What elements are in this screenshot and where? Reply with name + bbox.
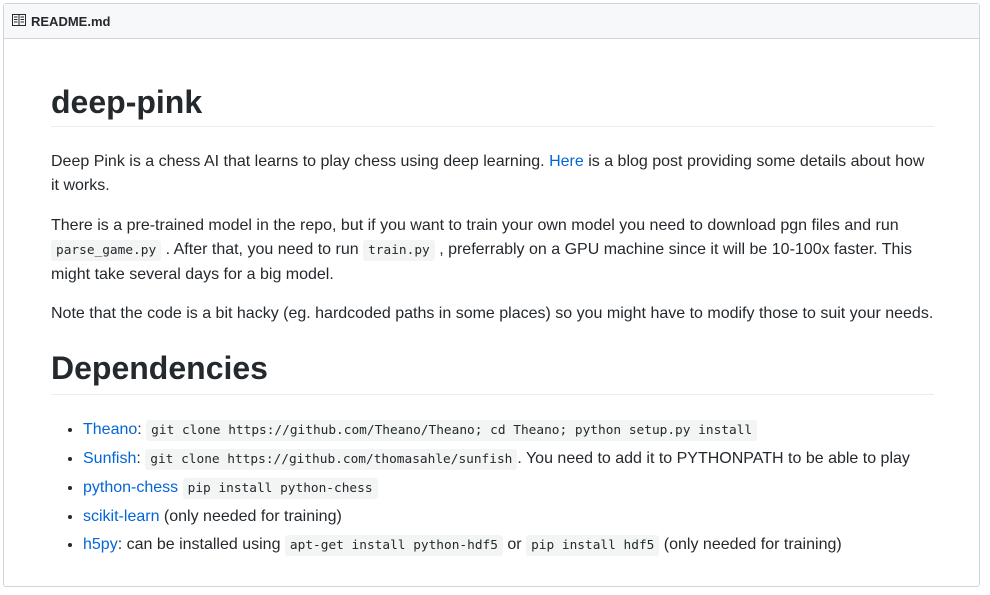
dep-h5py: h5py: can be installed using apt-get ins… <box>83 531 910 560</box>
dependencies-list: Theano: git clone https://github.com/The… <box>51 416 910 560</box>
dep-or: or <box>502 536 527 553</box>
book-icon <box>12 14 28 28</box>
dep-theano: Theano: git clone https://github.com/The… <box>83 416 910 445</box>
sunfish-install-code: git clone https://github.com/thomasahle/… <box>145 449 518 470</box>
readme-header: README.md <box>4 4 979 39</box>
theano-link[interactable]: Theano <box>83 421 137 438</box>
train-code: train.py <box>363 240 435 261</box>
readme-box: README.md deep-pink Deep Pink is a chess… <box>3 3 980 587</box>
sunfish-note: . You need to add it to PYTHONPATH to be… <box>517 450 910 467</box>
h5py-note: (only needed for training) <box>659 536 842 553</box>
h5py-apt-code: apt-get install python-hdf5 <box>284 535 503 556</box>
dep-sunfish: Sunfish: git clone https://github.com/th… <box>83 445 910 474</box>
theano-install-code: git clone https://github.com/Theano/Thea… <box>146 420 758 441</box>
dep-python-chess: python-chess pip install python-chess <box>83 474 910 503</box>
dep-separator: : <box>136 450 146 467</box>
training-text-1: There is a pre-trained model in the repo… <box>51 217 899 234</box>
dependencies-heading: Dependencies <box>51 348 934 395</box>
blog-post-link[interactable]: Here <box>549 153 584 170</box>
python-chess-link[interactable]: python-chess <box>83 479 178 496</box>
sunfish-link[interactable]: Sunfish <box>83 450 136 467</box>
scikit-learn-note: (only needed for training) <box>163 508 342 525</box>
dep-separator <box>178 479 182 496</box>
readme-filename[interactable]: README.md <box>31 14 110 29</box>
page-title: deep-pink <box>51 82 934 127</box>
note-paragraph: Note that the code is a bit hacky (eg. h… <box>51 305 934 322</box>
training-paragraph: There is a pre-trained model in the repo… <box>51 214 934 287</box>
h5py-link[interactable]: h5py <box>83 536 118 553</box>
training-text-2: . After that, you need to run <box>165 241 359 258</box>
scikit-learn-link[interactable]: scikit-learn <box>83 508 159 525</box>
dep-scikit-learn: scikit-learn (only needed for training) <box>83 503 910 531</box>
intro-paragraph: Deep Pink is a chess AI that learns to p… <box>51 150 934 198</box>
intro-text-before: Deep Pink is a chess AI that learns to p… <box>51 153 550 170</box>
parse-game-code: parse_game.py <box>51 240 162 261</box>
dep-separator: : <box>137 421 147 438</box>
dep-separator: : can be installed using <box>117 536 285 553</box>
python-chess-install-code: pip install python-chess <box>182 478 378 499</box>
h5py-pip-code: pip install hdf5 <box>526 535 660 556</box>
